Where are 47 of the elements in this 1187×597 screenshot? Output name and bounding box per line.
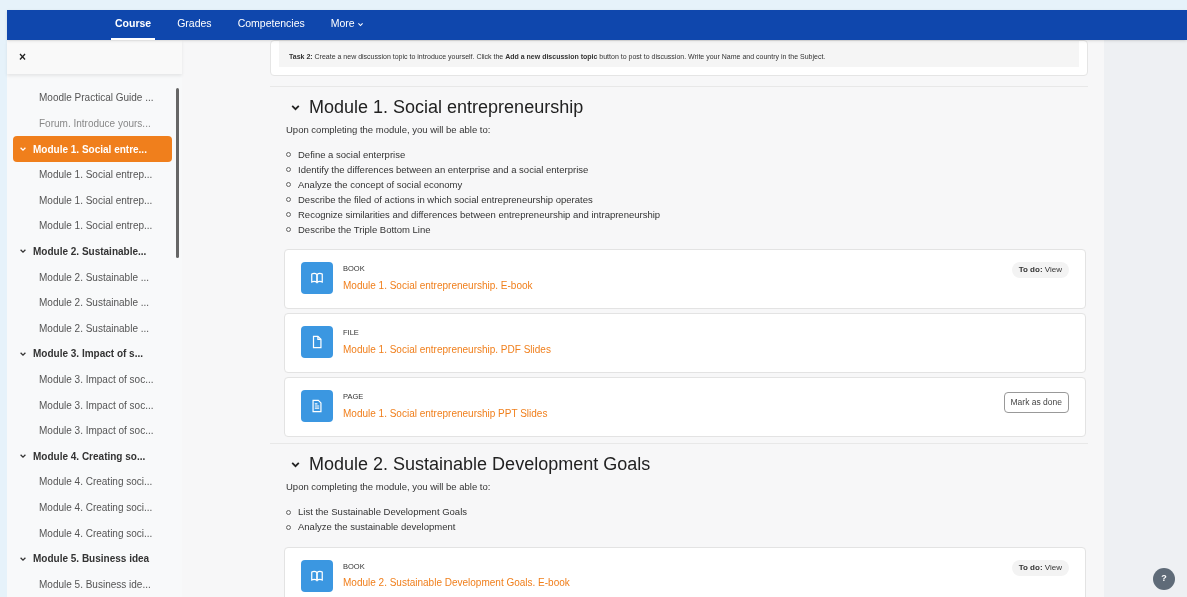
outcome-text: List the Sustainable Development Goals xyxy=(298,504,467,519)
sidebar-item[interactable]: Module 3. Impact of soc... xyxy=(13,366,172,393)
sidebar-item[interactable]: Module 1. Social entrep... xyxy=(13,187,172,214)
sidebar-item[interactable]: Module 2. Sustainable ... xyxy=(13,315,172,342)
sidebar-item[interactable]: Module 2. Sustainable ... xyxy=(13,289,172,316)
todo-badge: To do: View xyxy=(1011,559,1069,576)
outcome-text: Recognize similarities and differences between entrepreneurship and intrapreneurship xyxy=(298,207,661,222)
outcome-text: Describe the filed of actions in which social entrepreneurship operates xyxy=(298,192,593,207)
chevron-icon[interactable] xyxy=(19,452,27,461)
outcome-text: Analyze the sustainable development xyxy=(298,519,456,534)
chevron-icon[interactable] xyxy=(19,247,27,256)
file-icon xyxy=(301,326,333,359)
sidebar-section[interactable]: Module 3. Impact of s... xyxy=(13,341,172,367)
sidebar-item[interactable]: Module 1. Social entrep... xyxy=(13,213,172,239)
section-title: Module 1. Social entrepreneurship xyxy=(309,95,584,119)
sidebar-item[interactable]: Module 2. Sustainable ... xyxy=(13,264,172,290)
section-title: Module 2. Sustainable Development Goals xyxy=(309,452,651,476)
document-icon xyxy=(301,390,333,423)
sidebar-section[interactable]: Module 4. Creating so... xyxy=(13,443,172,470)
help-button[interactable]: ? xyxy=(1153,568,1175,590)
scrollbar[interactable] xyxy=(176,88,179,258)
sidebar-item[interactable]: Module 3. Impact of soc... xyxy=(13,417,172,444)
outcome-text: Define a social enterprise xyxy=(298,147,406,162)
sidebar-item[interactable]: Module 4. Creating soci... xyxy=(13,520,172,546)
sidebar-section[interactable]: Module 5. Business idea xyxy=(13,545,172,572)
book-icon xyxy=(301,559,333,592)
close-button[interactable]: × xyxy=(19,48,26,67)
sidebar-item[interactable]: Moodle Practical Guide ... xyxy=(13,85,172,111)
section-intro: Upon completing the module, you will be able to: xyxy=(285,123,492,137)
sidebar-item[interactable]: Module 4. Creating soci... xyxy=(13,469,172,495)
book-icon xyxy=(301,262,333,295)
sidebar-item[interactable]: Module 3. Impact of soc... xyxy=(13,392,172,418)
outcome-text: Describe the Triple Bottom Line xyxy=(298,222,431,237)
outcome-text: Analyze the concept of social economy xyxy=(298,177,463,192)
sidebar-item[interactable]: Module 5. Business ide... xyxy=(13,571,172,597)
nav-tab[interactable]: Grades xyxy=(173,10,216,40)
sidebar-item[interactable]: Module 1. Social entrep... xyxy=(13,161,172,188)
more-menu[interactable]: More xyxy=(326,10,368,40)
mark-as-done-button[interactable]: Mark as done xyxy=(1003,392,1069,413)
chevron-icon[interactable] xyxy=(356,20,364,28)
outcome-text: Identify the differences between an enterprise and a social enterprise xyxy=(298,162,589,177)
sidebar-item[interactable]: Forum. Introduce yours... xyxy=(13,110,172,137)
section-intro: Upon completing the module, you will be able to: xyxy=(285,480,492,495)
sidebar-section[interactable]: Module 2. Sustainable... xyxy=(13,238,172,265)
nav-tab[interactable]: Competencies xyxy=(233,10,309,40)
sidebar-item[interactable]: Module 4. Creating soci... xyxy=(13,494,172,521)
todo-badge: To do: View xyxy=(1011,262,1069,279)
